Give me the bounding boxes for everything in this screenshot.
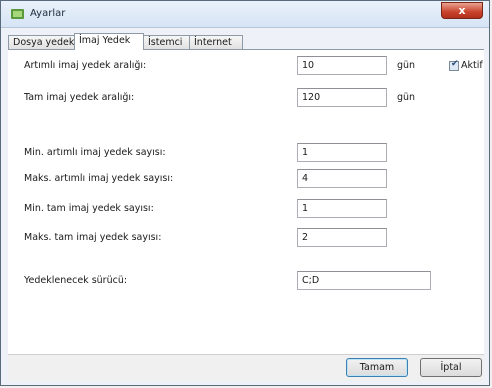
min-artimli-label: Min. artımlı imaj yedek sayısı: <box>24 147 166 158</box>
tab-internet[interactable]: İnternet <box>189 35 243 49</box>
artimli-aralik-input[interactable]: 10 <box>297 56 387 75</box>
tam-aralik-input[interactable]: 120 <box>297 88 387 107</box>
aktif-label: Aktif <box>461 60 483 71</box>
artimli-aralik-unit: gün <box>397 60 416 71</box>
cancel-button[interactable]: İptal <box>420 358 482 377</box>
tam-aralik-label: Tam imaj yedek aralığı: <box>24 92 135 103</box>
surucu-input[interactable]: C;D <box>297 271 431 290</box>
aktif-checkbox[interactable]: ✔ <box>449 59 459 71</box>
app-icon <box>11 9 24 19</box>
maks-artimli-input[interactable]: 4 <box>297 169 387 188</box>
min-tam-label: Min. tam imaj yedek sayısı: <box>24 203 154 214</box>
maks-artimli-label: Maks. artımlı imaj yedek sayısı: <box>24 173 174 184</box>
ok-button[interactable]: Tamam <box>346 358 408 377</box>
title-bar: Ayarlar x <box>1 1 489 28</box>
check-icon: ✔ <box>451 59 459 69</box>
tab-istemci[interactable]: İstemci <box>143 35 190 49</box>
close-icon: x <box>458 4 466 17</box>
tab-imaj-yedek[interactable]: İmaj Yedek <box>74 33 144 50</box>
maks-tam-label: Maks. tam imaj yedek sayısı: <box>24 232 162 243</box>
min-tam-input[interactable]: 1 <box>297 199 387 218</box>
window-title: Ayarlar <box>30 8 66 19</box>
tam-aralik-unit: gün <box>397 92 416 103</box>
button-bar <box>8 354 484 381</box>
artimli-aralik-label: Artımlı imaj yedek aralığı: <box>24 60 147 71</box>
maks-tam-input[interactable]: 2 <box>297 228 387 247</box>
surucu-label: Yedeklenecek sürücü: <box>24 275 128 286</box>
min-artimli-input[interactable]: 1 <box>297 143 387 162</box>
close-button[interactable]: x <box>441 2 483 19</box>
tab-dosya-yedek[interactable]: Dosya yedek <box>8 35 75 49</box>
